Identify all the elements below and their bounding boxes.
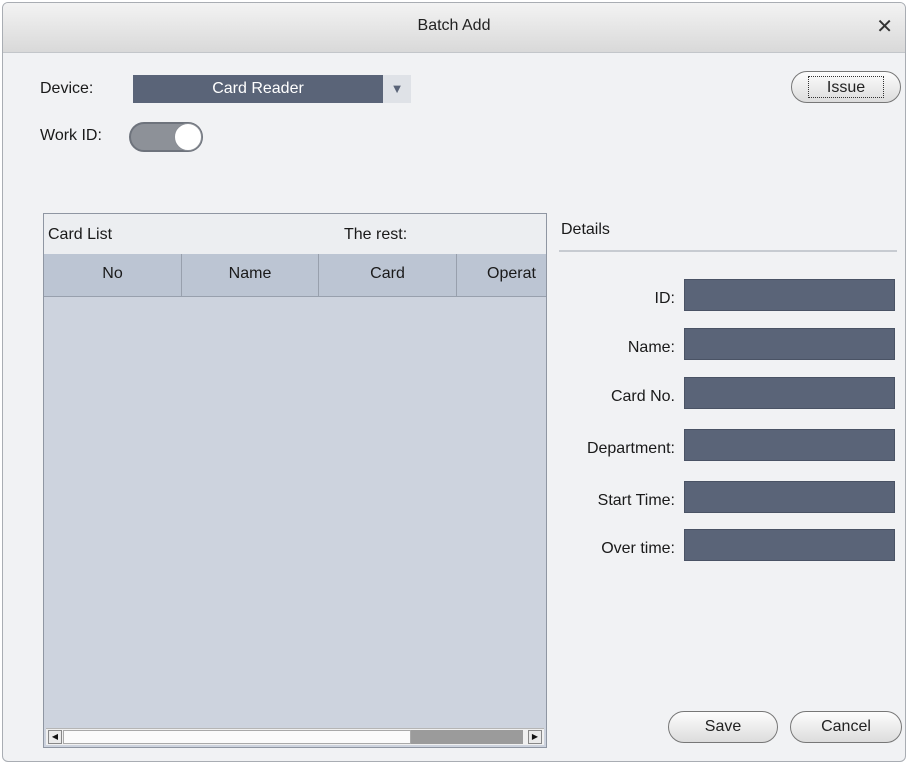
close-icon[interactable]: ✕ [876, 14, 893, 39]
scroll-thumb[interactable] [63, 730, 411, 744]
name-field[interactable] [684, 328, 895, 360]
card-no-field[interactable] [684, 377, 895, 409]
batch-add-dialog: Batch Add ✕ Device: Card Reader ▼ Work I… [2, 2, 906, 762]
department-label: Department: [586, 440, 675, 457]
issue-button-label: Issue [808, 76, 884, 98]
details-divider [559, 250, 897, 252]
issue-button[interactable]: Issue [791, 71, 901, 103]
department-field[interactable] [684, 429, 895, 461]
over-time-label: Over time: [601, 540, 675, 557]
column-operation[interactable]: Operat [457, 254, 546, 296]
start-time-field[interactable] [684, 481, 895, 513]
table-header: No Name Card Operat [44, 254, 546, 297]
scroll-track[interactable] [411, 730, 523, 744]
save-button[interactable]: Save [668, 711, 778, 743]
column-no[interactable]: No [44, 254, 182, 296]
column-name[interactable]: Name [182, 254, 319, 296]
chevron-down-icon[interactable]: ▼ [383, 75, 411, 103]
work-id-label: Work ID: [40, 127, 102, 144]
rest-label: The rest: [344, 226, 408, 243]
window-title: Batch Add [417, 17, 491, 34]
card-no-label: Card No. [610, 388, 675, 405]
toggle-knob [174, 123, 202, 151]
card-list-panel: Card List The rest: No Name Card Operat … [43, 213, 547, 748]
id-field[interactable] [684, 279, 895, 311]
device-label: Device: [40, 80, 94, 97]
over-time-field[interactable] [684, 529, 895, 561]
card-list-title: Card List [48, 226, 113, 243]
scroll-left-icon[interactable]: ◀ [48, 730, 62, 744]
column-card[interactable]: Card [319, 254, 457, 296]
device-select[interactable]: Card Reader [133, 75, 383, 103]
cancel-button[interactable]: Cancel [790, 711, 902, 743]
details-title: Details [561, 221, 610, 238]
title-bar[interactable]: Batch Add ✕ [3, 3, 905, 53]
work-id-toggle[interactable] [129, 122, 203, 152]
name-label: Name: [627, 339, 675, 356]
id-label: ID: [654, 290, 675, 307]
start-time-label: Start Time: [597, 492, 675, 509]
scroll-right-icon[interactable]: ▶ [528, 730, 542, 744]
horizontal-scrollbar[interactable]: ◀ ▶ [46, 728, 544, 745]
card-list-header: Card List The rest: [44, 214, 546, 255]
